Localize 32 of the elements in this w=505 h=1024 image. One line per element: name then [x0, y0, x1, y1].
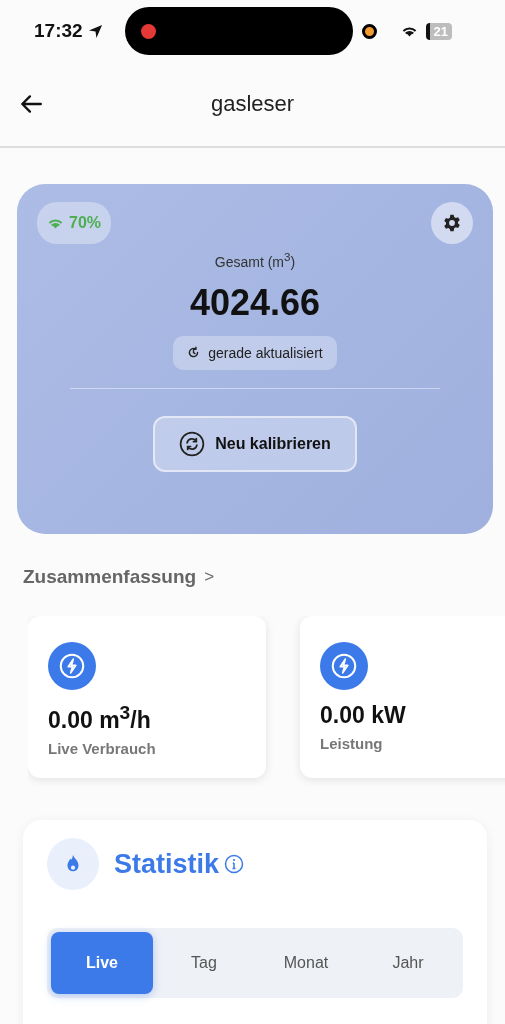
statistics-heading: Statistik	[114, 848, 220, 880]
info-icon[interactable]	[224, 854, 245, 874]
flame-icon	[47, 838, 99, 890]
summary-label: Live Verbrauch	[48, 739, 156, 757]
total-value: 4024.66	[189, 281, 321, 324]
page-title: gasleser	[210, 91, 295, 117]
recalibrate-button[interactable]: Neu kalibrieren	[153, 415, 357, 472]
summary-value: 0.00 m$^{3}$/h	[48, 702, 151, 734]
location-arrow-icon	[87, 23, 103, 39]
settings-icon	[442, 213, 462, 233]
wifi-icon	[400, 24, 418, 38]
summary-label: Leistung	[320, 735, 383, 752]
bolt-icon	[320, 642, 368, 690]
status-time: 17:32	[34, 20, 83, 42]
period-tab[interactable]: Jahr	[357, 932, 459, 994]
summary-value: 0.00 kW	[320, 702, 406, 729]
refresh-clock-icon	[187, 346, 201, 360]
total-label: Gesamt (m$^{3}$)	[214, 250, 296, 270]
period-tab[interactable]: Live	[51, 932, 153, 994]
update-text: gerade aktualisiert	[208, 344, 323, 361]
battery-level: 21	[425, 22, 453, 40]
signal-strength: 70%	[69, 214, 102, 232]
privacy-indicator-icon	[361, 23, 377, 39]
settings-button[interactable]	[431, 202, 473, 244]
period-tab[interactable]: Tag	[153, 932, 255, 994]
recording-dot-icon	[140, 23, 156, 39]
period-tab[interactable]: Monat	[255, 932, 357, 994]
summary-heading[interactable]: Zusammenfassung	[23, 566, 197, 588]
bolt-icon	[48, 642, 96, 690]
wifi-icon	[47, 216, 64, 230]
chevron-icon[interactable]: >	[204, 567, 215, 587]
sync-icon	[179, 430, 206, 457]
